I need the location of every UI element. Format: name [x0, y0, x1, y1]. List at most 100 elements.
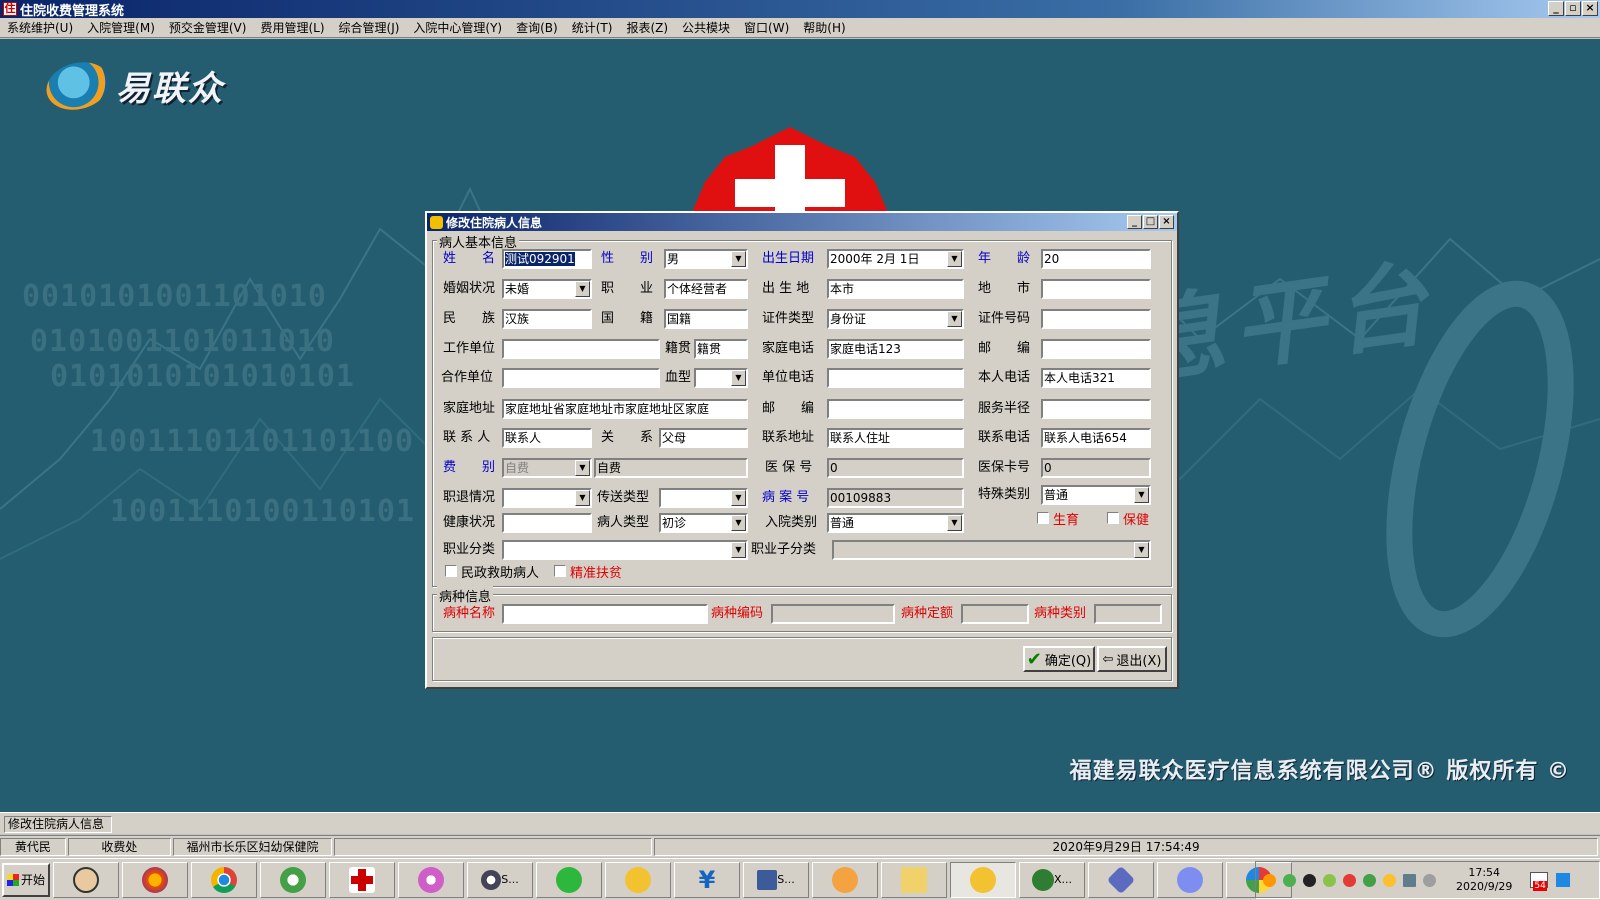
- tray-notification-icon[interactable]: 54: [1530, 872, 1549, 891]
- taskbar-item-xshell[interactable]: X...: [1019, 861, 1085, 898]
- name-input[interactable]: 测试092901: [502, 249, 592, 269]
- menu-public[interactable]: 公共模块: [675, 19, 737, 36]
- menu-statistics[interactable]: 统计(T): [565, 19, 620, 36]
- mdi-tab-edit-patient[interactable]: 修改住院病人信息: [4, 816, 112, 833]
- nationality-input[interactable]: 国籍: [664, 309, 748, 329]
- sendtype-select[interactable]: ▼: [659, 488, 748, 508]
- city-label: 地 市: [978, 281, 1031, 296]
- restore-button[interactable]: ▫: [1565, 1, 1581, 16]
- menu-help[interactable]: 帮助(H): [796, 19, 852, 36]
- sex-select[interactable]: 男 ▼: [664, 249, 748, 269]
- health-input[interactable]: [502, 513, 592, 533]
- postcode2-input[interactable]: [827, 399, 964, 419]
- menu-fee[interactable]: 费用管理(L): [253, 19, 331, 36]
- tray-shield-icon[interactable]: [1363, 873, 1376, 887]
- insno-input[interactable]: 0: [827, 458, 964, 478]
- city-input[interactable]: [1041, 279, 1151, 299]
- taskbar-item-coins[interactable]: [605, 861, 671, 898]
- taskbar-item-medical[interactable]: [329, 861, 395, 898]
- homephone-input[interactable]: 家庭电话123: [827, 339, 964, 359]
- caseno-input[interactable]: 00109883: [827, 488, 964, 508]
- taskbar-item-folder[interactable]: [881, 861, 947, 898]
- tray-desktop-icon[interactable]: [1556, 873, 1571, 887]
- taskbar-item-avatar[interactable]: [53, 861, 119, 898]
- contact-input[interactable]: 联系人: [502, 428, 592, 448]
- taskbar-item-compass[interactable]: S...: [467, 861, 533, 898]
- native-input[interactable]: 籍贯: [694, 339, 748, 359]
- poverty-checkbox[interactable]: 精准扶贫: [554, 561, 622, 581]
- tray-green-icon[interactable]: [1323, 873, 1336, 887]
- menu-general[interactable]: 综合管理(J): [332, 19, 407, 36]
- age-input[interactable]: 20: [1041, 249, 1151, 269]
- disease-code-input[interactable]: [771, 604, 895, 624]
- workunit-input[interactable]: [502, 339, 660, 359]
- edit-patient-dialog: 修改住院病人信息 _ □ × 病人基本信息 姓 名 测试092901 性 别 男…: [425, 211, 1179, 689]
- taskbar-item-sql[interactable]: S...: [743, 861, 809, 898]
- relation-input[interactable]: 父母: [659, 428, 748, 448]
- menu-query[interactable]: 查询(B): [509, 19, 565, 36]
- health-care-checkbox[interactable]: 保健: [1107, 508, 1149, 528]
- taskbar-item-gem[interactable]: [1088, 861, 1154, 898]
- marital-select[interactable]: 未婚 ▼: [502, 279, 592, 299]
- taskbar-item-flower[interactable]: [398, 861, 464, 898]
- ethnic-input[interactable]: 汉族: [502, 309, 592, 329]
- unitphone-input[interactable]: [827, 368, 964, 388]
- blood-select[interactable]: ▼: [694, 368, 748, 388]
- tray-network-icon[interactable]: [1403, 873, 1416, 887]
- taskbar-item-his-active[interactable]: [950, 861, 1016, 898]
- occupation-input[interactable]: 个体经营者: [664, 279, 748, 299]
- birth-care-checkbox[interactable]: 生育: [1037, 508, 1079, 528]
- menu-deposit[interactable]: 预交金管理(V): [162, 19, 254, 36]
- menu-admission[interactable]: 入院管理(M): [80, 19, 162, 36]
- tray-stop-icon[interactable]: [1343, 873, 1356, 887]
- occcat-select[interactable]: ▼: [502, 540, 748, 560]
- special-select[interactable]: 普通 ▼: [1041, 485, 1151, 505]
- tray-qq-icon[interactable]: [1303, 873, 1316, 887]
- contactaddr-input[interactable]: 联系人住址: [827, 428, 964, 448]
- menu-window[interactable]: 窗口(W): [737, 19, 796, 36]
- dialog-maximize-button[interactable]: □: [1143, 215, 1158, 229]
- disease-name-input[interactable]: [502, 604, 708, 624]
- taskbar-item-ie[interactable]: [260, 861, 326, 898]
- minimize-button[interactable]: _: [1548, 1, 1564, 16]
- taskbar-item-wechat[interactable]: [536, 861, 602, 898]
- taskbar-item-yuan[interactable]: ¥: [674, 861, 740, 898]
- selfphone-input[interactable]: 本人电话321: [1041, 368, 1151, 388]
- admtype-select[interactable]: 普通 ▼: [827, 513, 964, 533]
- contactphone-input[interactable]: 联系人电话654: [1041, 428, 1151, 448]
- postcode1-input[interactable]: [1041, 339, 1151, 359]
- inscard-input[interactable]: 0: [1041, 458, 1151, 478]
- tray-wechat-icon[interactable]: [1283, 873, 1296, 887]
- tray-volume-icon[interactable]: [1423, 873, 1436, 887]
- retire-select[interactable]: ▼: [502, 488, 592, 508]
- homeaddr-input[interactable]: 家庭地址省家庭地址市家庭地址区家庭: [502, 399, 748, 419]
- taskbar-item-cloud[interactable]: [1157, 861, 1223, 898]
- tray-fire-icon[interactable]: [1263, 873, 1276, 887]
- birth-date-picker[interactable]: 2000年 2月 1日 ▼: [827, 249, 964, 269]
- feetype-select[interactable]: 自费 ▼: [502, 458, 592, 478]
- tray-plus-icon[interactable]: [1383, 873, 1396, 887]
- civil-aid-checkbox[interactable]: 民政救助病人: [445, 561, 539, 581]
- start-button[interactable]: 开始: [2, 862, 50, 897]
- dialog-close-button[interactable]: ×: [1159, 215, 1174, 229]
- disease-quota-input[interactable]: [961, 604, 1029, 624]
- tray-clock[interactable]: 17:54 2020/9/29: [1456, 866, 1512, 894]
- close-button[interactable]: ×: [1582, 1, 1598, 16]
- taskbar-item-cartoon[interactable]: [812, 861, 878, 898]
- taskbar-item-chrome[interactable]: [191, 861, 257, 898]
- birthplace-input[interactable]: 本市: [827, 279, 964, 299]
- dialog-minimize-button[interactable]: _: [1127, 215, 1142, 229]
- coopunit-input[interactable]: [502, 368, 660, 388]
- idtype-select[interactable]: 身份证 ▼: [827, 309, 964, 329]
- disease-cat-input[interactable]: [1094, 604, 1162, 624]
- pattype-select[interactable]: 初诊 ▼: [659, 513, 748, 533]
- taskbar-item-firefox[interactable]: [122, 861, 188, 898]
- occsub-select[interactable]: ▼: [832, 540, 1151, 560]
- menu-system[interactable]: 系统维护(U): [0, 19, 80, 36]
- menu-admission-center[interactable]: 入院中心管理(Y): [406, 19, 509, 36]
- menu-report[interactable]: 报表(Z): [619, 19, 675, 36]
- ok-button[interactable]: ✔ 确定(Q): [1023, 646, 1095, 672]
- radius-input[interactable]: [1041, 399, 1151, 419]
- exit-button[interactable]: ⇦ 退出(X): [1097, 646, 1167, 672]
- idno-input[interactable]: [1041, 309, 1151, 329]
